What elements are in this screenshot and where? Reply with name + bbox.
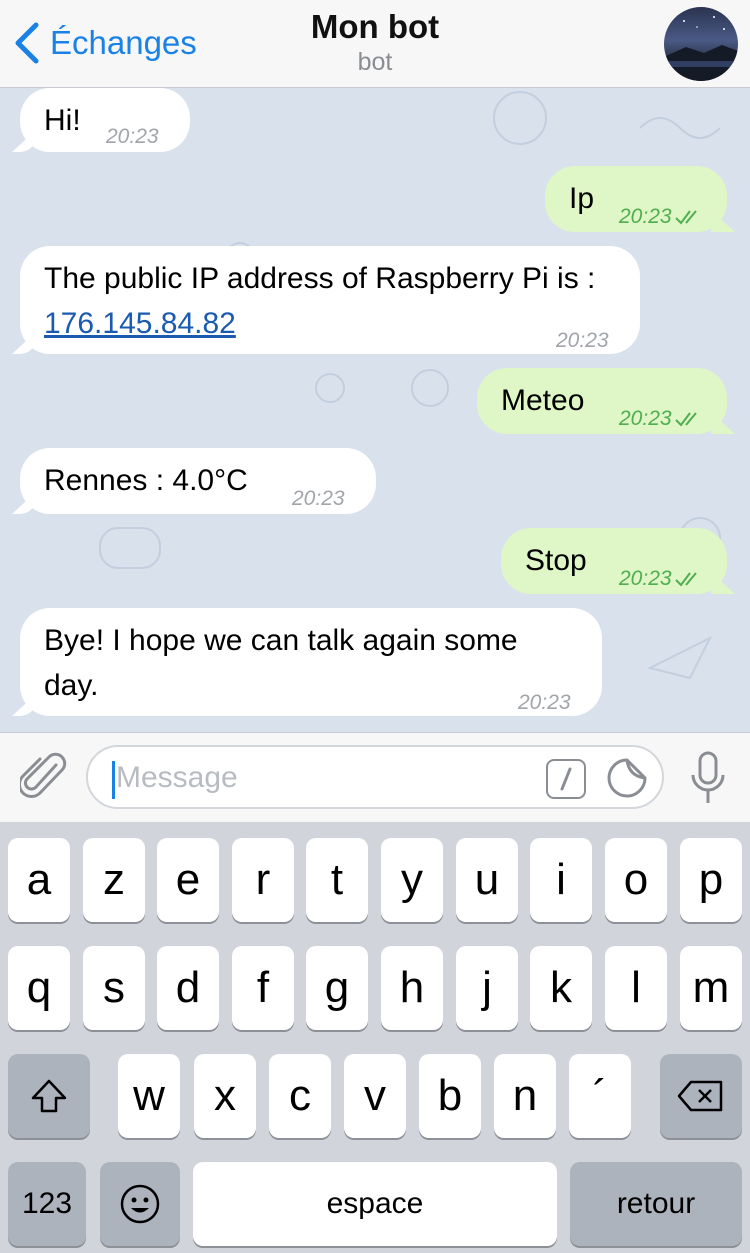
message-incoming[interactable]: Bye! I hope we can talk again some day. … <box>20 608 602 716</box>
key-f[interactable]: f <box>232 946 294 1030</box>
message-text: Hi! <box>44 104 81 137</box>
avatar[interactable] <box>664 7 738 81</box>
message-time: 20:23 <box>619 194 704 239</box>
message-incoming[interactable]: The public IP address of Raspberry Pi is… <box>20 246 640 354</box>
message-outgoing[interactable]: Ip 20:23 <box>545 166 727 232</box>
text-caret <box>112 761 115 799</box>
backspace-icon <box>677 1080 723 1112</box>
message-time: 20:23 <box>619 396 704 441</box>
bot-command-icon[interactable] <box>546 759 586 799</box>
ip-link[interactable]: 176.145.84.82 <box>44 307 236 340</box>
key-v[interactable]: v <box>344 1054 406 1138</box>
message-placeholder: Message <box>116 761 238 794</box>
message-time: 20:23 <box>292 487 345 510</box>
message-text: Rennes : 4.0°C <box>44 464 248 497</box>
key-i[interactable]: i <box>530 838 592 922</box>
key-o[interactable]: o <box>605 838 667 922</box>
key-h[interactable]: h <box>381 946 443 1030</box>
space-key[interactable]: espace <box>193 1162 557 1246</box>
double-check-icon <box>674 210 697 225</box>
chat-title[interactable]: Mon bot <box>0 8 750 46</box>
key-c[interactable]: c <box>269 1054 331 1138</box>
key-d[interactable]: d <box>157 946 219 1030</box>
key-s[interactable]: s <box>83 946 145 1030</box>
numbers-key[interactable]: 123 <box>8 1162 86 1246</box>
key-t[interactable]: t <box>306 838 368 922</box>
paperclip-icon[interactable] <box>20 751 68 803</box>
key-u[interactable]: u <box>456 838 518 922</box>
key-y[interactable]: y <box>381 838 443 922</box>
key-l[interactable]: l <box>605 946 667 1030</box>
emoji-key[interactable] <box>100 1162 180 1246</box>
message-text: Meteo <box>501 384 585 417</box>
message-text: Stop <box>525 544 587 577</box>
message-outgoing[interactable]: Stop 20:23 <box>501 528 727 594</box>
message-text: The public IP address of Raspberry Pi is… <box>44 262 596 295</box>
message-input[interactable]: Message <box>86 745 664 809</box>
message-text: Ip <box>569 182 595 215</box>
message-text: Bye! I hope we can talk again some day. <box>44 624 518 702</box>
key-z[interactable]: z <box>83 838 145 922</box>
nav-header: Échanges Mon bot bot <box>0 0 750 88</box>
message-list[interactable]: Hi! 20:23 Ip 20:23 The public IP address… <box>0 88 750 732</box>
message-time: 20:23 <box>556 329 609 352</box>
key-b[interactable]: b <box>419 1054 481 1138</box>
message-incoming[interactable]: Hi! 20:23 <box>20 88 190 152</box>
backspace-key[interactable] <box>660 1054 742 1138</box>
double-check-icon <box>674 412 697 427</box>
key-r[interactable]: r <box>232 838 294 922</box>
shift-key[interactable] <box>8 1054 90 1138</box>
key-w[interactable]: w <box>118 1054 180 1138</box>
shift-icon <box>31 1079 67 1113</box>
key-j[interactable]: j <box>456 946 518 1030</box>
message-time: 20:23 <box>619 556 704 601</box>
message-outgoing[interactable]: Meteo 20:23 <box>477 368 727 434</box>
message-time: 20:23 <box>106 125 159 148</box>
key-g[interactable]: g <box>306 946 368 1030</box>
message-time: 20:23 <box>518 691 571 714</box>
key-x[interactable]: x <box>194 1054 256 1138</box>
composer-bar: Message <box>0 732 750 822</box>
emoji-icon <box>120 1184 160 1224</box>
key-n[interactable]: n <box>494 1054 556 1138</box>
key-p[interactable]: p <box>680 838 742 922</box>
chat-subtitle: bot <box>357 48 393 76</box>
key-acute-accent[interactable]: ´ <box>569 1054 631 1138</box>
key-q[interactable]: q <box>8 946 70 1030</box>
key-e[interactable]: e <box>157 838 219 922</box>
microphone-icon[interactable] <box>688 751 728 807</box>
return-key[interactable]: retour <box>570 1162 742 1246</box>
key-a[interactable]: a <box>8 838 70 922</box>
key-m[interactable]: m <box>680 946 742 1030</box>
message-incoming[interactable]: Rennes : 4.0°C 20:23 <box>20 448 376 514</box>
sticker-icon[interactable] <box>606 757 648 799</box>
double-check-icon <box>674 572 697 587</box>
key-k[interactable]: k <box>530 946 592 1030</box>
keyboard: a z e r t y u i o p q s d f g h j k l m … <box>0 822 750 1253</box>
